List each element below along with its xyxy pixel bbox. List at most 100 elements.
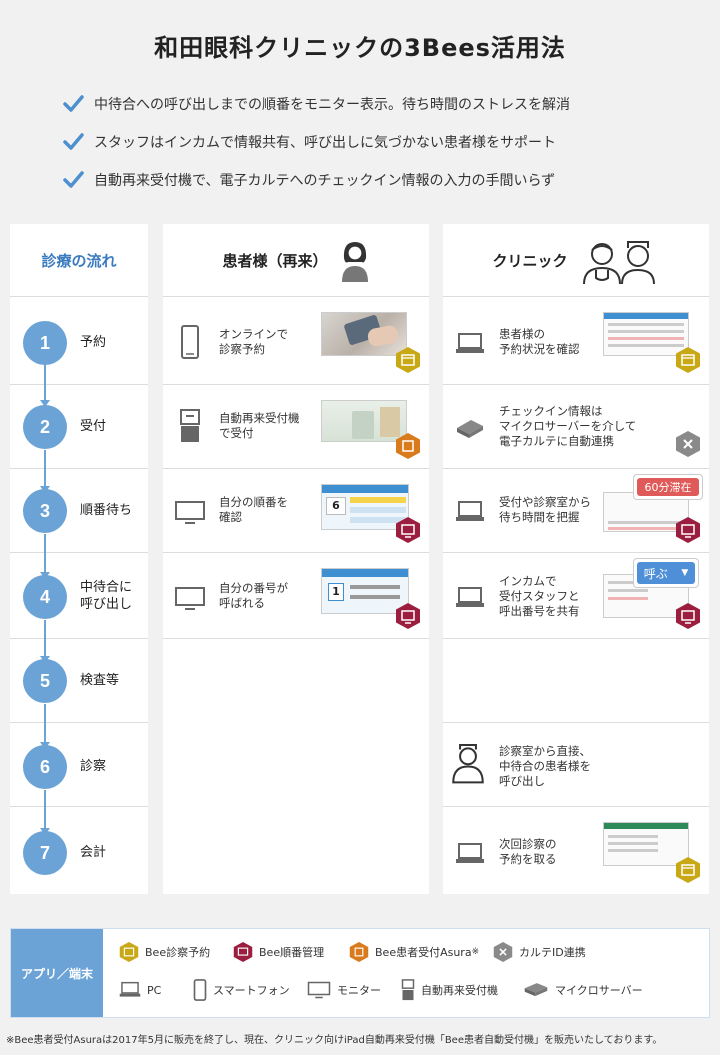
legend-text: カルテID連携 — [519, 946, 586, 959]
patient-heading-label: 患者様（再来） — [222, 251, 328, 270]
queue-number: 6 — [326, 497, 346, 515]
legend-device-smartphone: スマートフォン — [193, 979, 290, 1001]
patient-person-icon — [341, 242, 368, 282]
patient-cell-checkin: 自動再来受付機 で受付 — [163, 384, 429, 468]
legend-text: Bee順番管理 — [259, 946, 325, 959]
monitor-icon — [307, 981, 331, 999]
step-label: 順番待ち — [80, 502, 133, 518]
cell-text: 次回診察の 予約を取る — [499, 837, 557, 866]
feature-item: スタッフはインカムで情報共有、呼び出しに気づかない患者様をサポート — [62, 126, 570, 158]
legend-device-pc: PC — [119, 981, 161, 999]
step-number: 4 — [23, 575, 67, 619]
monitor-icon — [175, 587, 205, 610]
cell-text: 自分の順番を 確認 — [219, 495, 288, 524]
clinic-cell-reserve: 患者様の 予約状況を確認 — [443, 300, 709, 384]
feature-text: 中待合への呼び出しまでの順番をモニター表示。待ち時間のストレスを解消 — [94, 97, 570, 113]
patient-column: 患者様（再来） オンラインで 診察予約 自動再来受付機 で受付 自分の順番を 確… — [163, 224, 429, 894]
clinic-column: クリニック 患者様の 予約状況を確認 チェックイン情報は マイクロサーバーを介し… — [443, 224, 709, 894]
clinic-cell-intercom: インカムで 受付スタッフと 呼出番号を共有 呼ぶ ▼ — [443, 554, 709, 638]
step-number: 5 — [23, 659, 67, 703]
cell-text: チェックイン情報は マイクロサーバーを介して 電子カルテに自動連携 — [499, 403, 637, 448]
step-label: 診察 — [80, 758, 107, 774]
reserve-app-icon — [119, 942, 139, 962]
step-label: 予約 — [80, 334, 107, 350]
micro-server-icon — [457, 420, 483, 438]
legend-text: Bee診察予約 — [145, 946, 211, 959]
stay-time-badge: 60分滞在 — [633, 474, 703, 500]
step-label: 受付 — [80, 418, 107, 434]
legend-text: スマートフォン — [213, 984, 290, 997]
step-number: 2 — [23, 405, 67, 449]
flow-heading: 診療の流れ — [41, 251, 117, 270]
legend: アプリ／端末 Bee診察予約 Bee順番管理 Bee患者受付Asura ※ カルテ… — [10, 928, 710, 1018]
check-icon — [63, 171, 84, 188]
step-number: 1 — [23, 321, 67, 365]
cell-text: インカムで 受付スタッフと 呼出番号を共有 — [499, 573, 580, 618]
clinic-cell-exam: 診察室から直接、 中待合の患者様を 呼び出し — [443, 724, 709, 808]
step-number: 7 — [23, 831, 67, 875]
patient-cell-call: 自分の番号が 呼ばれる 1 — [163, 554, 429, 638]
feature-text: 自動再来受付機で、電子カルテへのチェックイン情報の入力の手間いらず — [94, 173, 556, 189]
pc-icon — [456, 501, 484, 521]
reserve-app-icon — [676, 347, 700, 373]
cell-text: 受付や診察室から 待ち時間を把握 — [499, 495, 591, 524]
called-number: 1 — [328, 583, 344, 601]
monitor-icon — [175, 501, 205, 524]
kiosk-icon — [180, 409, 200, 442]
cell-text: 患者様の 予約状況を確認 — [499, 327, 580, 356]
clinic-cell-wait: 受付や診察室から 待ち時間を把握 60分滞在 — [443, 468, 709, 552]
flow-step: 1 予約 — [10, 300, 148, 384]
feature-list: 中待合への呼び出しまでの順番をモニター表示。待ち時間のストレスを解消 スタッフは… — [62, 88, 570, 202]
legend-text: PC — [147, 983, 162, 997]
clinic-cell-checkin: チェックイン情報は マイクロサーバーを介して 電子カルテに自動連携 — [443, 384, 709, 468]
pc-icon — [456, 587, 484, 607]
check-icon — [63, 133, 84, 150]
cell-text: 自分の番号が 呼ばれる — [219, 581, 288, 610]
feature-text: スタッフはインカムで情報共有、呼び出しに気づかない患者様をサポート — [94, 135, 556, 151]
call-button-label: 呼ぶ — [643, 566, 668, 581]
asura-app-icon — [396, 433, 420, 459]
legend-label: アプリ／端末 — [11, 929, 103, 1017]
queue-app-icon — [396, 517, 420, 543]
queue-app-icon — [396, 603, 420, 629]
patient-cell-reserve: オンラインで 診察予約 — [163, 300, 429, 384]
legend-app-reserve: Bee診察予約 — [119, 941, 210, 963]
feature-item: 中待合への呼び出しまでの順番をモニター表示。待ち時間のストレスを解消 — [62, 88, 570, 120]
step-number: 3 — [23, 489, 67, 533]
flow-step: 4 中待合に 呼び出し — [10, 554, 148, 638]
clinic-heading: クリニック — [443, 224, 709, 296]
pc-icon — [456, 333, 484, 353]
stay-time-label: 60分滞在 — [637, 478, 699, 496]
pc-icon — [119, 981, 141, 997]
step-number: 6 — [23, 745, 67, 789]
flow-step: 7 会計 — [10, 810, 148, 894]
flow-step: 3 順番待ち — [10, 468, 148, 552]
legend-text: Bee患者受付Asura — [375, 946, 472, 959]
queue-app-icon — [233, 942, 253, 962]
call-button[interactable]: 呼ぶ ▼ — [633, 558, 699, 588]
chevron-down-icon: ▼ — [681, 568, 689, 578]
queue-app-icon — [676, 603, 700, 629]
legend-device-kiosk: 自動再来受付機 — [401, 979, 498, 1001]
doctor-nurse-icon — [582, 241, 655, 284]
legend-text: モニター — [337, 984, 381, 997]
karte-id-icon — [676, 431, 700, 457]
reserve-app-icon — [396, 347, 420, 373]
cell-text: オンラインで 診察予約 — [219, 327, 288, 356]
legend-device-monitor: モニター — [307, 981, 381, 999]
patient-heading: 患者様（再来） — [163, 224, 429, 296]
smartphone-icon — [193, 979, 207, 1001]
step-label: 会計 — [80, 844, 107, 860]
footnote: ※Bee患者受付Asuraは2017年5月に販売を終了し、現在、クリニック向けi… — [6, 1035, 663, 1046]
legend-text: 自動再来受付機 — [421, 984, 498, 997]
cell-text: 診察室から直接、 中待合の患者様を 呼び出し — [499, 743, 591, 788]
reserve-app-icon — [676, 857, 700, 883]
feature-item: 自動再来受付機で、電子カルテへのチェックイン情報の入力の手間いらず — [62, 164, 570, 196]
legend-device-micro-server: マイクロサーバー — [523, 981, 643, 999]
page-title: 和田眼科クリニックの3Bees活用法 — [154, 34, 566, 62]
kiosk-icon — [401, 979, 415, 1001]
patient-cell-queue: 自分の順番を 確認 6 — [163, 468, 429, 552]
asura-app-icon — [349, 942, 369, 962]
clinic-heading-label: クリニック — [492, 251, 568, 270]
micro-server-icon — [524, 983, 548, 997]
